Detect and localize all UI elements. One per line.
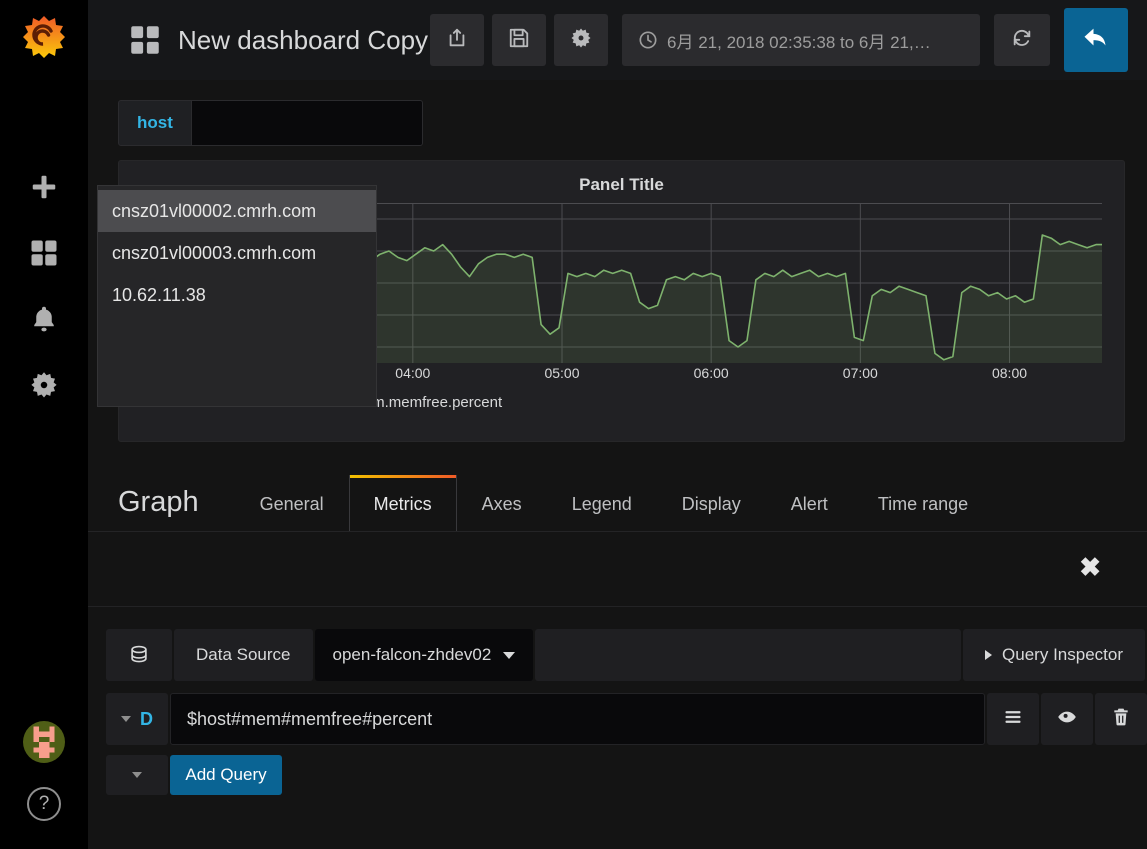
- query-editor-section: Data Source open-falcon-zhdev02 Query In…: [88, 606, 1147, 795]
- gear-icon: [29, 370, 59, 400]
- panel-editor: Graph General Metrics Axes Legend Display Ale…: [88, 470, 1147, 795]
- gear-icon: [570, 27, 592, 54]
- dashboards-icon: [29, 238, 59, 268]
- sidebar-item-alerting[interactable]: [0, 286, 88, 352]
- dashboard-grid-icon: [130, 25, 160, 55]
- page-title[interactable]: New dashboard Copy: [178, 25, 428, 56]
- dropdown-option[interactable]: cnsz01vl00002.cmrh.com: [98, 190, 376, 232]
- query-menu-button[interactable]: [987, 693, 1039, 745]
- tab-metrics[interactable]: Metrics: [348, 475, 457, 531]
- close-editor-row: ✖: [88, 532, 1147, 580]
- tab-label: Legend: [571, 494, 632, 514]
- chevron-down-icon: [503, 651, 516, 659]
- time-range-picker[interactable]: 6月 21, 2018 02:35:38 to 6月 21,…: [622, 14, 981, 66]
- tab-label: Axes: [481, 494, 522, 514]
- variable-host-label: host: [137, 113, 173, 132]
- save-dashboard-button[interactable]: [492, 14, 547, 66]
- back-arrow-icon: [1081, 23, 1111, 58]
- dropdown-option[interactable]: cnsz01vl00003.cmrh.com: [98, 232, 376, 274]
- query-collapse-toggle[interactable]: D: [106, 693, 168, 745]
- eye-icon: [1057, 707, 1077, 732]
- tab-general[interactable]: General: [235, 495, 349, 531]
- editor-title: Graph: [118, 486, 199, 518]
- x-axis-tick-label: 07:00: [842, 365, 878, 381]
- x-axis-tick-label: 06:00: [693, 365, 729, 381]
- help-icon[interactable]: ?: [27, 787, 61, 821]
- query-row: D: [88, 693, 1147, 745]
- datasource-label: Data Source: [174, 629, 313, 681]
- add-query-button[interactable]: Add Query: [170, 755, 282, 795]
- database-icon: [106, 629, 172, 681]
- help-label: ?: [38, 793, 50, 814]
- sidebar-item-configuration[interactable]: [0, 352, 88, 418]
- grafana-logo-icon[interactable]: [16, 12, 72, 68]
- hamburger-icon: [1003, 707, 1023, 732]
- datasource-spacer: [535, 629, 962, 681]
- tab-label: Metrics: [373, 494, 432, 514]
- tab-axes[interactable]: Axes: [457, 495, 547, 531]
- sidebar-item-dashboards[interactable]: [0, 220, 88, 286]
- editor-tabs: Graph General Metrics Axes Legend Display Ale…: [88, 470, 1147, 532]
- add-query-handle: [106, 755, 168, 795]
- query-inspector-label: Query Inspector: [1002, 645, 1123, 664]
- x-axis-tick-label: 04:00: [395, 365, 431, 381]
- datasource-select[interactable]: open-falcon-zhdev02: [314, 629, 534, 681]
- dashboard-settings-button[interactable]: [554, 14, 609, 66]
- bell-icon: [29, 304, 59, 334]
- tab-label: General: [259, 494, 324, 514]
- tab-label: Display: [681, 494, 741, 514]
- datasource-value: open-falcon-zhdev02: [332, 645, 492, 664]
- datasource-row: Data Source open-falcon-zhdev02 Query In…: [88, 629, 1147, 681]
- sidebar-item-create[interactable]: [0, 154, 88, 220]
- refresh-button[interactable]: [994, 14, 1051, 66]
- share-icon: [446, 27, 468, 54]
- share-dashboard-button[interactable]: [430, 14, 485, 66]
- template-variables-row: host: [88, 80, 1147, 146]
- clock-icon: [638, 30, 658, 50]
- tab-time-range[interactable]: Time range: [853, 495, 993, 531]
- plus-icon: [29, 172, 59, 202]
- x-axis-tick-label: 05:00: [544, 365, 580, 381]
- toggle-query-visibility-button[interactable]: [1041, 693, 1093, 745]
- chevron-down-icon: [132, 772, 142, 778]
- refresh-icon: [1011, 27, 1033, 54]
- top-navbar: New dashboard Copy 6月 21, 2018 02:35:38 …: [88, 0, 1147, 80]
- time-range-value: 6月 21, 2018 02:35:38 to 6月 21,…: [667, 32, 931, 52]
- tab-label: Alert: [790, 494, 828, 514]
- save-icon: [508, 27, 530, 54]
- trash-icon: [1111, 707, 1131, 732]
- variable-host-input[interactable]: [190, 101, 422, 145]
- tab-label: Time range: [877, 494, 969, 514]
- sidebar: ?: [0, 0, 88, 849]
- chevron-down-icon: [121, 716, 131, 722]
- back-button[interactable]: [1064, 8, 1129, 72]
- query-expression-input[interactable]: [170, 693, 985, 745]
- query-ref-id: D: [140, 708, 153, 729]
- tab-display[interactable]: Display: [657, 495, 766, 531]
- tab-alert[interactable]: Alert: [766, 495, 853, 531]
- variable-host-dropdown: cnsz01vl00002.cmrh.com cnsz01vl00003.cmrh…: [97, 185, 377, 407]
- dropdown-option[interactable]: 10.62.11.38: [98, 274, 376, 316]
- tab-legend[interactable]: Legend: [547, 495, 657, 531]
- sidebar-bottom: ?: [0, 721, 88, 849]
- close-icon[interactable]: ✖: [1079, 554, 1101, 580]
- add-query-row: Add Query: [88, 755, 1147, 795]
- query-inspector-button[interactable]: Query Inspector: [963, 629, 1145, 681]
- delete-query-button[interactable]: [1095, 693, 1147, 745]
- avatar[interactable]: [23, 721, 65, 763]
- variable-host: host: [118, 100, 423, 146]
- chevron-right-icon: [985, 650, 993, 660]
- x-axis-tick-label: 08:00: [991, 365, 1028, 381]
